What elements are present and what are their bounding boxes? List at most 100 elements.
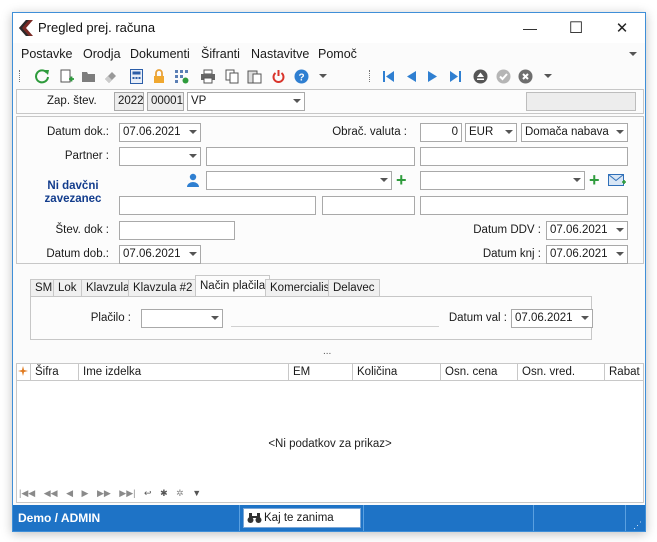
nav-last-icon[interactable]: ▶▶| [119,488,135,498]
col-rabat[interactable]: Rabat [605,364,643,380]
stev-dok-field[interactable] [119,221,235,240]
menu-pomoc[interactable]: Pomoč [318,47,357,61]
placilo-label: Plačilo : [90,312,131,324]
nav-first-icon[interactable]: |◀◀ [19,488,35,498]
status-divider [533,505,534,531]
nav-star-outline-icon[interactable]: ✲ [176,488,184,498]
last-record-icon[interactable] [446,67,464,85]
nav-next-icon[interactable]: ▶ [82,488,89,498]
partner-address-field[interactable] [119,196,316,215]
header-panel: Zap. štev. 2022 00001 VP [16,89,644,114]
partner-label: Partner : [64,150,109,162]
previous-record-icon[interactable] [402,67,420,85]
currency-select[interactable]: EUR [465,123,517,142]
nav-prev-page-icon[interactable]: ◀◀ [44,488,58,498]
partner-post-field[interactable] [322,196,415,215]
nav-undo-icon[interactable]: ↩ [144,488,152,498]
add-address-icon[interactable]: + [589,171,600,189]
menu-nastavitve[interactable]: Nastavitve [251,47,309,61]
ni-davcni-zavezanec-label: Ni davčni zavezanec [44,180,102,205]
print-icon[interactable] [199,67,217,85]
contact-select[interactable] [206,171,392,190]
power-icon[interactable] [269,67,287,85]
datum-dok-label: Datum dok.: [47,126,109,138]
tab-klavzula[interactable]: Klavzula [81,279,135,297]
header-status-field [526,92,636,111]
grid-navigator: |◀◀ ◀◀ ◀ ▶ ▶▶ ▶▶| ↩ ✱ ✲ ▼ [19,488,201,499]
datum-dok-field[interactable]: 07.06.2021 [119,123,201,142]
help-dropdown-icon[interactable] [319,74,327,78]
person-icon[interactable] [186,173,200,190]
menu-overflow-icon[interactable] [629,52,637,56]
partner-extra-field[interactable] [420,147,628,166]
first-record-icon[interactable] [379,67,397,85]
partner-name-field[interactable] [206,147,415,166]
eraser-icon[interactable] [101,67,119,85]
splitter-handle[interactable]: ... [323,347,331,357]
col-em[interactable]: EM [289,364,353,380]
grid-settings-icon[interactable] [172,67,190,85]
tab-klavzula-2[interactable]: Klavzula #2 [128,279,198,297]
calculator-icon[interactable] [127,67,145,85]
datum-knj-field[interactable]: 07.06.2021 [546,245,628,264]
confirm-icon[interactable] [494,67,512,85]
tab-lok[interactable]: Lok [53,279,82,297]
add-contact-icon[interactable]: + [396,171,407,189]
new-document-icon[interactable] [57,67,75,85]
type-select[interactable]: VP [187,92,305,111]
email-add-icon[interactable] [608,173,626,191]
menu-postavke[interactable]: Postavke [21,47,72,61]
col-sifra[interactable]: Šifra [31,364,79,380]
partner-code-select[interactable] [119,147,201,166]
folder-icon[interactable] [79,67,97,85]
next-record-icon[interactable] [424,67,442,85]
type-value: VP [191,95,207,107]
number-value: 00001 [151,95,183,107]
menu-orodja[interactable]: Orodja [83,47,121,61]
cancel-icon[interactable] [516,67,534,85]
col-osn-vred[interactable]: Osn. vred. [518,364,605,380]
copy-icon[interactable] [223,67,241,85]
address-select[interactable] [420,171,585,190]
paste-icon[interactable] [245,67,263,85]
nabava-select[interactable]: Domača nabava [521,123,628,142]
maximize-button[interactable]: ☐ [553,13,599,43]
help-icon[interactable]: ? [292,67,310,85]
nav-filter-icon[interactable]: ▼ [192,488,201,498]
col-ime-izdelka[interactable]: Ime izdelka [79,364,289,380]
nav-star-icon[interactable]: ✱ [160,488,168,498]
chevron-down-icon [616,252,624,256]
minimize-button[interactable]: — [507,13,553,43]
payment-note-line [231,326,439,327]
placilo-select[interactable] [141,309,223,328]
nav-next-page-icon[interactable]: ▶▶ [97,488,111,498]
tab-komercialist[interactable]: Komercialist [265,279,338,297]
tab-nacin-placila[interactable]: Način plačila [195,275,271,298]
items-grid-body[interactable]: <Ni podatkov za prikaz> [16,381,644,503]
toolbar-overflow-icon[interactable] [544,74,552,78]
lock-icon[interactable] [150,67,168,85]
search-box[interactable]: Kaj te zanima [243,508,361,528]
col-osn-cena[interactable]: Osn. cena [441,364,518,380]
year-field[interactable]: 2022 [114,92,144,111]
datum-val-field[interactable]: 07.06.2021 [511,309,593,328]
title-bar: Pregled prej. računa — ☐ ✕ [13,13,645,43]
toolbar-grip-2 [369,70,372,82]
resize-grip-icon[interactable]: ⋰ [633,521,642,530]
tab-delavec[interactable]: Delavec [328,279,380,297]
exchange-rate-field[interactable]: 0 [420,123,462,142]
partner-city-field[interactable] [420,196,628,215]
menu-dokumenti[interactable]: Dokumenti [130,47,190,61]
user-label: Demo / ADMIN [18,511,101,525]
refresh-icon[interactable] [33,67,51,85]
number-field[interactable]: 00001 [147,92,184,111]
col-kolicina[interactable]: Količina [353,364,441,380]
datum-dob-field[interactable]: 07.06.2021 [119,245,201,264]
app-logo-icon [19,20,33,36]
close-button[interactable]: ✕ [599,13,645,43]
menu-sifranti[interactable]: Šifranti [201,47,240,61]
eject-icon[interactable] [471,67,489,85]
nav-prev-icon[interactable]: ◀ [66,488,73,498]
year-value: 2022 [118,95,144,107]
datum-ddv-field[interactable]: 07.06.2021 [546,221,628,240]
